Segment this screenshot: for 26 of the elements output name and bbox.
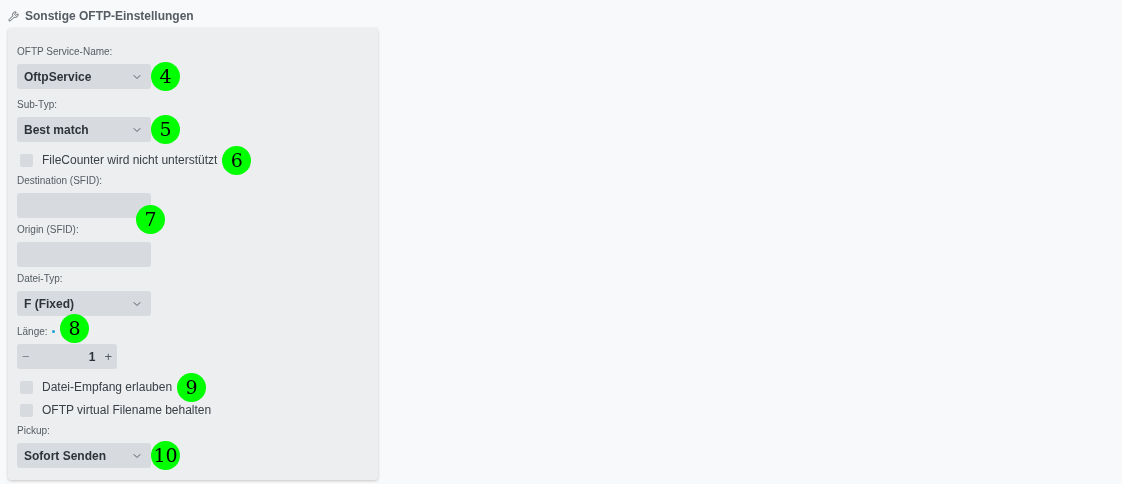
field-label: Destination (SFID): — [17, 173, 103, 188]
checkbox-label: Datei-Empfang erlauben — [42, 379, 173, 396]
callout-marker: 9 — [177, 372, 207, 402]
dropdown[interactable]: Sofort Senden — [17, 443, 151, 468]
callout-marker: 7 — [136, 205, 165, 234]
field-label: Origin (SFID): — [17, 222, 79, 237]
wrench-icon — [8, 10, 19, 22]
increment-button[interactable]: + — [104, 346, 112, 367]
callout-marker: 6 — [222, 145, 252, 175]
field-label: Datei-Typ: — [17, 271, 63, 286]
field-label: OFTP Service-Name: — [17, 44, 113, 59]
callout-marker: 5 — [151, 115, 180, 144]
callout-marker: 4 — [151, 62, 180, 91]
dropdown[interactable]: F (Fixed) — [17, 291, 151, 316]
callout-marker: 10 — [151, 441, 180, 470]
dropdown[interactable]: Best match — [17, 117, 151, 142]
field-label: Pickup: — [17, 423, 50, 438]
field-label: Sub-Typ: — [17, 97, 58, 112]
callout-marker: 8 — [60, 314, 89, 343]
checkbox-label: OFTP virtual Filename behalten — [42, 402, 212, 419]
number-value: 1 — [88, 348, 96, 366]
checkbox-label: FileCounter wird nicht unterstützt — [42, 152, 218, 169]
dropdown[interactable]: OftpService — [17, 64, 151, 89]
section-title: Sonstige OFTP-Einstellungen — [25, 8, 194, 25]
field-label: Länge: — [17, 324, 48, 339]
number-stepper[interactable]: − 1 + — [17, 344, 117, 369]
